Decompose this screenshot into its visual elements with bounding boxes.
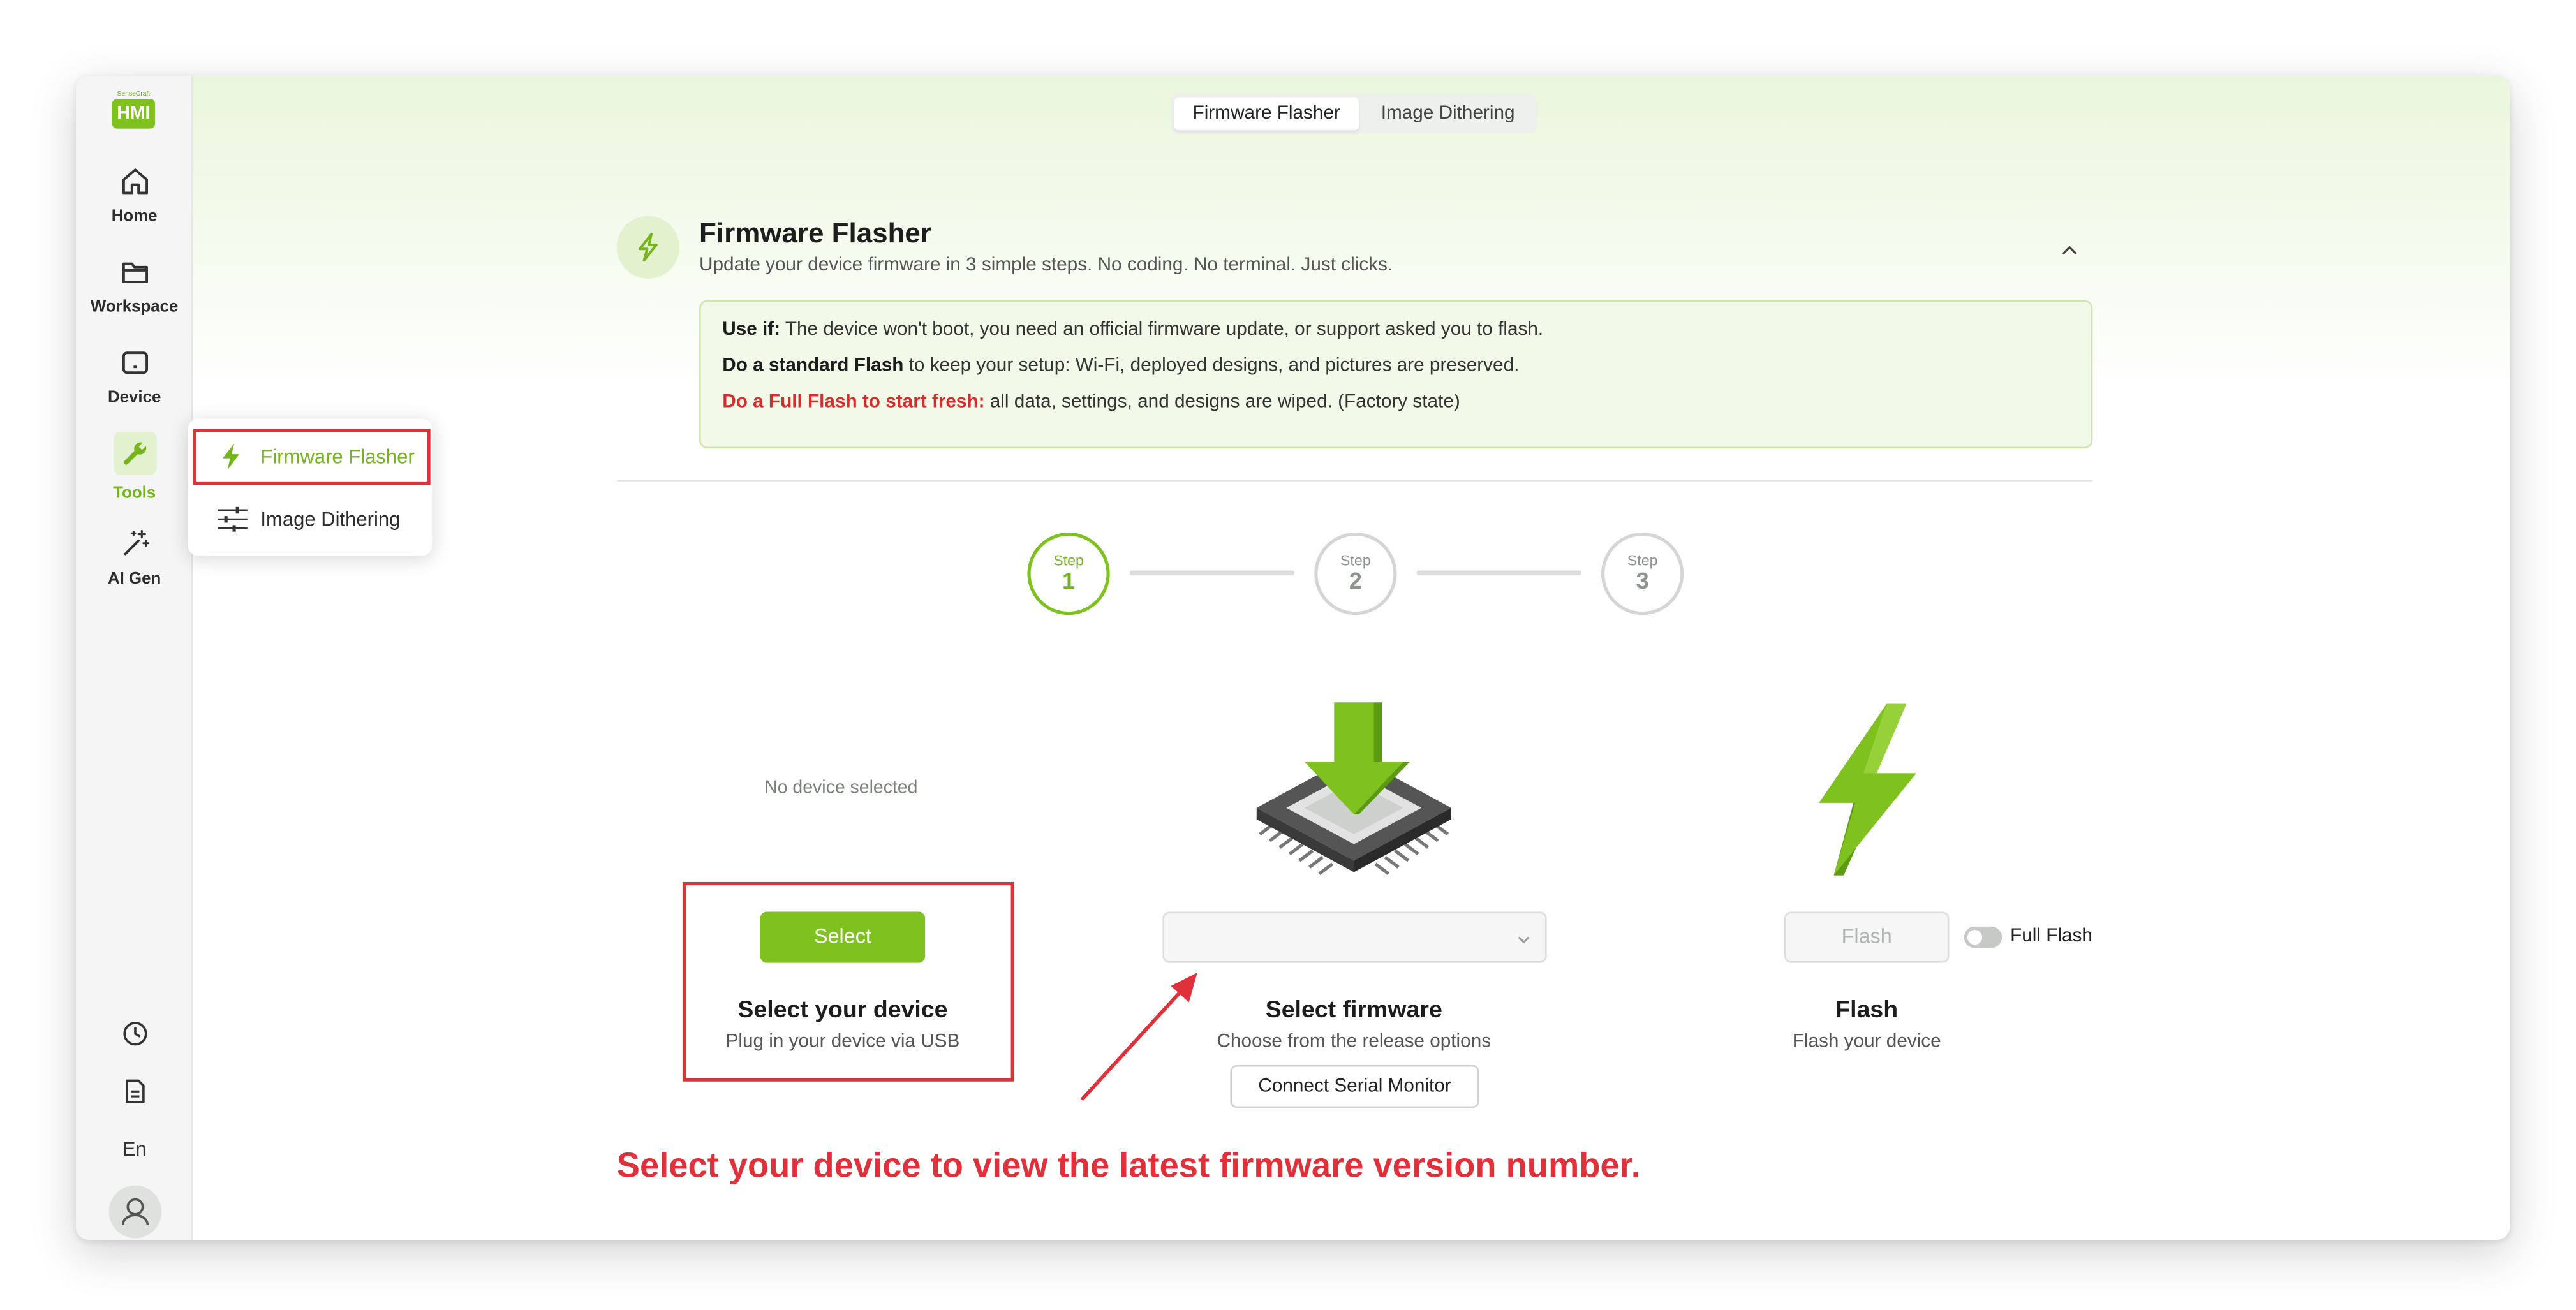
- collapse-button[interactable]: [2060, 239, 2080, 269]
- clock-icon: [122, 1022, 147, 1046]
- tab-image-dithering[interactable]: Image Dithering: [1362, 98, 1534, 131]
- wrench-icon: [113, 432, 156, 475]
- history-button[interactable]: [76, 1019, 193, 1049]
- sidebar-item-home[interactable]: Home: [76, 165, 193, 226]
- header-icon: [616, 216, 680, 279]
- magic-wand-icon: [123, 529, 149, 556]
- menu-item-image-dithering[interactable]: Image Dithering: [201, 496, 418, 542]
- step-connector: [1416, 570, 1582, 576]
- info-box: Use if: The device won't boot, you need …: [699, 300, 2093, 449]
- user-button[interactable]: [76, 1185, 193, 1239]
- firmware-step-title: Select firmware: [1265, 997, 1442, 1024]
- page-subtitle: Update your device firmware in 3 simple …: [699, 255, 1393, 276]
- sidebar-item-device[interactable]: Device: [76, 346, 193, 408]
- step-connector: [1129, 570, 1295, 576]
- language-label: En: [122, 1137, 147, 1161]
- sidebar-item-workspace[interactable]: Workspace: [76, 256, 193, 317]
- avatar: [108, 1185, 161, 1239]
- docs-button[interactable]: [76, 1077, 193, 1107]
- info-line-standard-flash: Do a standard Flash to keep your setup: …: [722, 356, 1519, 376]
- step-number: 2: [1349, 567, 1362, 594]
- chevron-up-icon: [2062, 246, 2077, 255]
- info-label: Use if:: [722, 320, 781, 340]
- info-text: The device won't boot, you need an offic…: [780, 320, 1544, 340]
- sidebar-item-label: AI Gen: [107, 570, 161, 589]
- sidebar-item-label: Tools: [113, 484, 156, 503]
- flash-step-title: Flash: [1835, 997, 1899, 1024]
- step-3: Step 3: [1601, 532, 1684, 615]
- flash-step-subtitle: Flash your device: [1792, 1032, 1941, 1052]
- device-step-title: Select your device: [737, 997, 948, 1024]
- sidebar-item-label: Workspace: [90, 298, 179, 317]
- info-text: to keep your setup: Wi-Fi, deployed desi…: [903, 356, 1520, 376]
- chip-download-icon: [1256, 702, 1451, 876]
- step-number: 1: [1062, 567, 1076, 594]
- tab-bar: Firmware Flasher Image Dithering: [1171, 94, 1537, 134]
- flash-button[interactable]: Flash: [1784, 911, 1950, 963]
- logo-small-text: SenseCraft: [117, 89, 151, 98]
- lightning-icon: [639, 233, 658, 262]
- logo-text: HMI: [112, 99, 155, 129]
- sidebar-item-ai-gen[interactable]: AI Gen: [76, 527, 193, 589]
- info-text: all data, settings, and designs are wipe…: [984, 392, 1460, 413]
- home-icon: [121, 168, 147, 195]
- info-line-full-flash: Do a Full Flash to start fresh: all data…: [722, 392, 1460, 412]
- sidebar: SenseCraft HMI Home Workspace Device Too…: [75, 75, 193, 1240]
- step-label: Step: [1340, 552, 1371, 569]
- menu-item-label: Image Dithering: [260, 508, 401, 531]
- document-icon: [124, 1079, 144, 1103]
- annotation-arrow: [1080, 973, 1197, 1101]
- toggle-knob: [1967, 929, 1983, 945]
- step-1: Step 1: [1027, 532, 1110, 615]
- select-device-button[interactable]: Select: [760, 911, 926, 963]
- user-icon: [121, 1198, 148, 1225]
- full-flash-toggle[interactable]: [1964, 926, 2002, 948]
- info-label: Do a standard Flash: [722, 356, 904, 376]
- step-number: 3: [1636, 567, 1649, 594]
- firmware-step-subtitle: Choose from the release options: [1217, 1032, 1492, 1052]
- connect-serial-monitor-button[interactable]: Connect Serial Monitor: [1230, 1064, 1479, 1108]
- step-label: Step: [1053, 552, 1084, 569]
- step-2: Step 2: [1314, 532, 1397, 615]
- tab-firmware-flasher[interactable]: Firmware Flasher: [1174, 97, 1359, 131]
- device-icon: [121, 351, 147, 374]
- page-title: Firmware Flasher: [699, 217, 931, 249]
- app-logo[interactable]: SenseCraft HMI: [112, 89, 155, 129]
- info-line-use-if: Use if: The device won't boot, you need …: [722, 320, 1543, 339]
- info-label-warning: Do a Full Flash to start fresh:: [722, 392, 985, 413]
- chevron-down-icon: [1518, 936, 1530, 944]
- step-label: Step: [1627, 552, 1658, 569]
- language-selector[interactable]: En: [76, 1134, 193, 1164]
- sidebar-item-label: Device: [107, 389, 161, 408]
- device-step-subtitle: Plug in your device via USB: [725, 1032, 960, 1052]
- divider: [616, 480, 2093, 482]
- lightning-illustration-icon: [1819, 703, 1916, 876]
- folder-icon: [121, 262, 147, 283]
- full-flash-label: Full Flash: [2010, 926, 2093, 946]
- firmware-select[interactable]: [1162, 911, 1547, 963]
- sidebar-item-tools[interactable]: Tools: [76, 432, 193, 503]
- sliders-icon: [218, 506, 248, 532]
- device-status: No device selected: [764, 778, 918, 799]
- sidebar-item-label: Home: [111, 207, 158, 226]
- annotation-text: Select your device to view the latest fi…: [616, 1147, 1641, 1186]
- highlight-box-firmware-flasher: [193, 429, 431, 485]
